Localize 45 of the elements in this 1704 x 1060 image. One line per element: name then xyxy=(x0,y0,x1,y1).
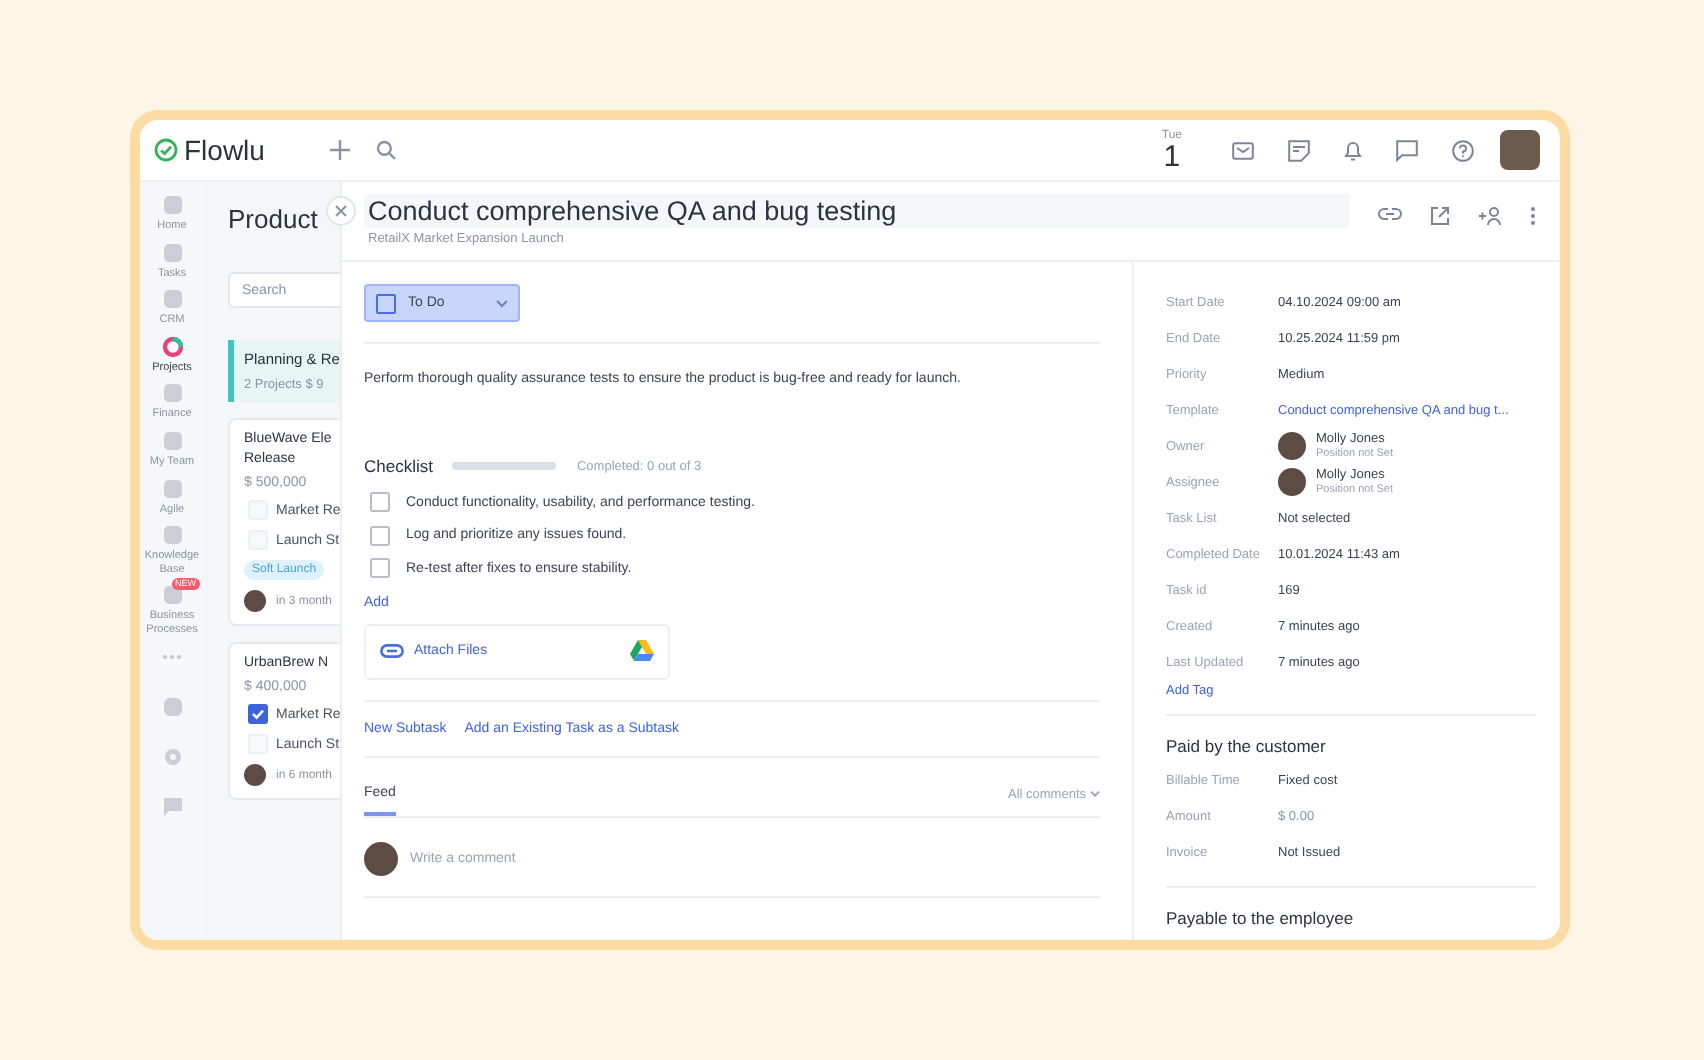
check-shield-icon xyxy=(154,138,178,162)
help-icon[interactable] xyxy=(1452,139,1474,161)
module-icon xyxy=(161,584,183,607)
close-button[interactable] xyxy=(326,196,356,226)
user-avatar xyxy=(1278,468,1306,496)
module-icon xyxy=(161,477,183,500)
section-title: Payable to the employee xyxy=(1166,908,1356,928)
user-avatar xyxy=(244,764,266,786)
search-icon[interactable] xyxy=(376,140,397,160)
day-number: 1 xyxy=(1163,141,1181,171)
task-title[interactable]: Conduct comprehensive QA and bug testing xyxy=(364,194,1350,228)
more-icon[interactable] xyxy=(162,653,182,660)
checklist-title: Checklist xyxy=(364,456,433,476)
module-icon xyxy=(161,241,183,264)
user-avatar xyxy=(364,841,398,875)
link-icon[interactable] xyxy=(1378,206,1402,222)
module-icon xyxy=(161,194,183,216)
checkbox[interactable] xyxy=(370,525,390,546)
app-logo: Flowlu xyxy=(184,134,265,166)
page-title: Product xyxy=(228,202,320,238)
module-icon xyxy=(161,335,183,358)
caret-icon xyxy=(1090,790,1100,798)
note-icon[interactable] xyxy=(1288,139,1310,161)
section-title: Paid by the customer xyxy=(1166,736,1328,756)
bell-icon[interactable] xyxy=(1344,139,1362,161)
plus-icon[interactable] xyxy=(330,140,351,160)
module-icon xyxy=(161,524,183,547)
module-icon xyxy=(161,429,183,452)
more-icon[interactable] xyxy=(1530,206,1536,226)
mail-icon[interactable] xyxy=(1232,141,1254,159)
chat-icon[interactable] xyxy=(1396,139,1418,161)
checkbox[interactable] xyxy=(248,704,268,724)
user-avatar xyxy=(244,590,266,612)
close-icon xyxy=(334,204,348,218)
module-icon xyxy=(161,288,183,311)
checkbox[interactable] xyxy=(370,492,390,513)
drive-icon[interactable] xyxy=(630,640,654,662)
add-user-icon[interactable] xyxy=(1478,206,1502,226)
caret-icon xyxy=(496,299,508,307)
module-icon xyxy=(161,382,183,405)
checkbox[interactable] xyxy=(370,558,390,579)
paperclip-icon xyxy=(380,644,404,658)
external-link-icon[interactable] xyxy=(1430,206,1450,226)
user-avatar xyxy=(1278,432,1306,460)
user-avatar[interactable] xyxy=(1500,130,1540,170)
